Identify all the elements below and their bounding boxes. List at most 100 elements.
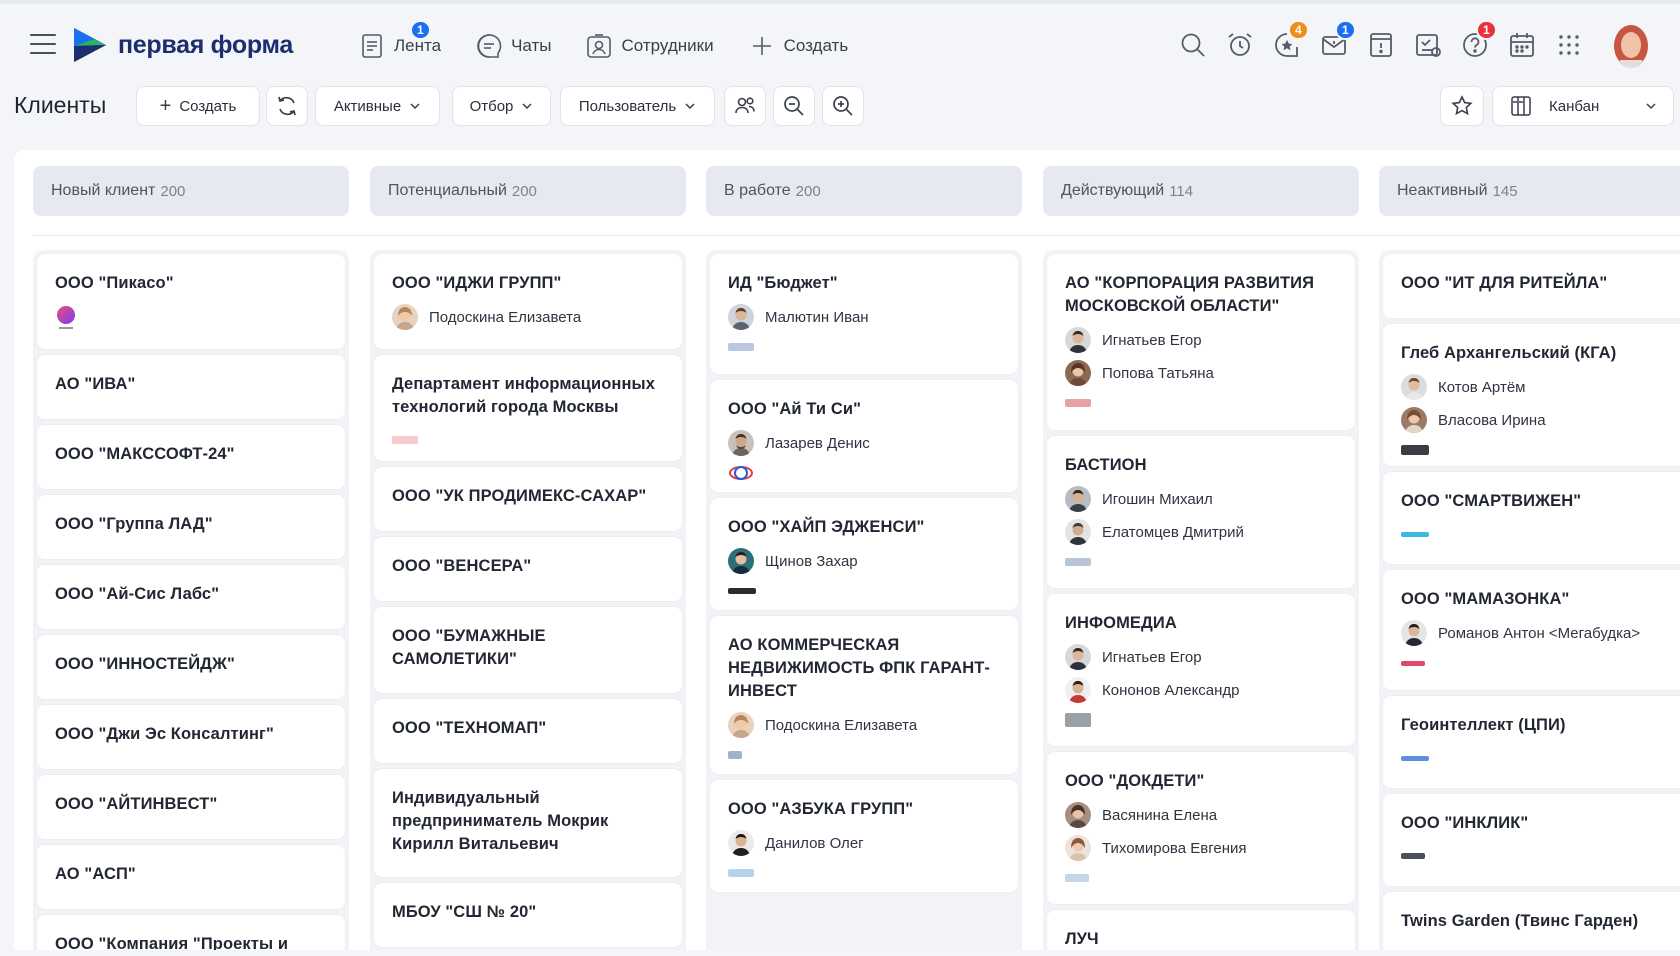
person-name: Васянина Елена	[1102, 806, 1218, 824]
client-card[interactable]: ЛУЧ	[1047, 910, 1355, 950]
client-card[interactable]: АО "ИВА"	[37, 355, 345, 419]
client-card[interactable]: ИНФОМЕДИА Игнатьев Егор Кононов Александ…	[1047, 594, 1355, 746]
nav-create[interactable]: Создать	[748, 28, 848, 64]
client-card[interactable]: ООО "СМАРТВИЖЕН"	[1383, 472, 1680, 564]
column-header-active[interactable]: Действующий 114	[1043, 166, 1359, 216]
person-name: Котов Артём	[1438, 378, 1526, 396]
user-filter-dropdown[interactable]: Пользователь	[560, 86, 715, 126]
person-name: Данилов Олег	[765, 834, 864, 852]
page-title: Клиенты	[14, 92, 107, 118]
client-card[interactable]: Геоинтеллект (ЦПИ)	[1383, 696, 1680, 788]
chevron-down-icon	[1646, 103, 1656, 110]
client-card[interactable]: АО "АСП"	[37, 845, 345, 909]
client-card[interactable]: ООО "МАМАЗОНКА" Романов Антон <Мегабудка…	[1383, 570, 1680, 690]
documents-button[interactable]	[1413, 30, 1443, 60]
selection-filter-label: Отбор	[469, 97, 514, 115]
client-card[interactable]: ИД "Бюджет" Малютин Иван	[710, 254, 1018, 374]
client-card[interactable]: Индивидуальный предприниматель Мокрик Ки…	[374, 769, 682, 877]
client-card[interactable]: ООО "УК ПРОДИМЕКС-САХАР"	[374, 467, 682, 531]
client-card[interactable]: ООО "Джи Эс Консалтинг"	[37, 705, 345, 769]
client-name: Департамент информационных технологий го…	[392, 375, 656, 416]
person-avatar	[1401, 620, 1427, 646]
search-button[interactable]	[1178, 30, 1208, 60]
client-card[interactable]: ООО "Пикасо"	[37, 254, 345, 349]
client-card[interactable]: ООО "ИННОСТЕЙДЖ"	[37, 635, 345, 699]
zoom-out-button[interactable]	[773, 86, 815, 126]
client-card[interactable]: БАСТИОН Игошин Михаил Елатомцев Дмитрий	[1047, 436, 1355, 588]
client-card[interactable]: ООО "ТЕХНОМАП"	[374, 699, 682, 763]
person-avatar	[728, 548, 754, 574]
client-card[interactable]: ООО "АЗБУКА ГРУПП" Данилов Олег	[710, 780, 1018, 892]
column-header-in-progress[interactable]: В работе 200	[706, 166, 1022, 216]
responsible-person: Малютин Иван	[728, 304, 1000, 330]
zoom-in-button[interactable]	[822, 86, 864, 126]
person-avatar	[1065, 802, 1091, 828]
client-card[interactable]: ООО "ИНКЛИК"	[1383, 794, 1680, 886]
client-card[interactable]: МБОУ "СШ № 20"	[374, 883, 682, 947]
tasks-button[interactable]	[1366, 30, 1396, 60]
client-card[interactable]: АО КОММЕРЧЕСКАЯ НЕДВИЖИМОСТЬ ФПК ГАРАНТ-…	[710, 616, 1018, 774]
client-card[interactable]: ООО "ДОКДЕТИ" Васянина Елена Тихомирова …	[1047, 752, 1355, 904]
main-nav: Лента 1 Чаты Сотрудники Создать	[358, 20, 882, 64]
column-header-potential[interactable]: Потенциальный 200	[370, 166, 686, 216]
active-filter-dropdown[interactable]: Активные	[315, 86, 440, 126]
participants-button[interactable]	[724, 86, 766, 126]
client-card[interactable]: ООО "ИДЖИ ГРУПП" Подоскина Елизавета	[374, 254, 682, 349]
client-name: АО "ИВА"	[55, 375, 136, 393]
person-name: Малютин Иван	[765, 308, 869, 326]
client-card[interactable]: Глеб Архангельский (КГА) Котов Артём Вла…	[1383, 324, 1680, 466]
menu-icon[interactable]	[30, 34, 56, 56]
client-card[interactable]: АО "КОРПОРАЦИЯ РАЗВИТИЯ МОСКОВСКОЙ ОБЛАС…	[1047, 254, 1355, 430]
client-name: ООО "СМАРТВИЖЕН"	[1401, 492, 1582, 510]
nav-chats[interactable]: Чаты	[475, 28, 551, 64]
logo-mark-icon	[74, 28, 106, 62]
nav-feed[interactable]: Лента 1	[358, 20, 441, 64]
client-name: ООО "ИНКЛИК"	[1401, 814, 1529, 832]
help-button[interactable]: 1	[1460, 20, 1497, 60]
client-card[interactable]: Департамент информационных технологий го…	[374, 355, 682, 461]
client-name: ООО "Компания "Проекты и	[55, 935, 289, 950]
column-new: ООО "Пикасо" АО "ИВА" ООО "МАКССОФТ-24" …	[33, 250, 349, 950]
user-avatar[interactable]	[1612, 24, 1650, 68]
responsible-person: Тихомирова Евгения	[1065, 835, 1337, 861]
client-card[interactable]: ООО "ВЕНСЕРА"	[374, 537, 682, 601]
calendar-button[interactable]	[1507, 30, 1537, 60]
zoom-in-icon	[833, 96, 853, 116]
person-name: Игнатьев Егор	[1102, 648, 1202, 666]
logo[interactable]: первая форма	[72, 26, 293, 64]
client-card[interactable]: ООО "ХАЙП ЭДЖЕНСИ" Щинов Захар	[710, 498, 1018, 610]
person-avatar	[1065, 486, 1091, 512]
client-card[interactable]: ООО "Компания "Проекты и	[37, 915, 345, 950]
client-card[interactable]: ООО "МАКССОФТ-24"	[37, 425, 345, 489]
mail-badge: 1	[1335, 20, 1356, 40]
mail-button[interactable]: 1	[1319, 20, 1356, 60]
refresh-button[interactable]	[266, 86, 308, 126]
client-card[interactable]: ООО "Ай-Сис Лабс"	[37, 565, 345, 629]
column-header-inactive[interactable]: Неактивный 145	[1379, 166, 1680, 216]
client-name: ООО "Джи Эс Консалтинг"	[55, 725, 274, 743]
apps-button[interactable]	[1554, 30, 1584, 60]
nav-employees[interactable]: Сотрудники	[585, 28, 714, 64]
client-card[interactable]: ООО "Ай Ти Си" Лазарев Денис	[710, 380, 1018, 492]
favorites-button[interactable]: 4	[1272, 20, 1309, 60]
view-mode-dropdown[interactable]: Канбан	[1492, 86, 1674, 126]
favorite-star-button[interactable]	[1440, 86, 1484, 126]
logo-text: первая форма	[118, 30, 293, 59]
client-name: ООО "ИТ ДЛЯ РИТЕЙЛА"	[1401, 274, 1608, 292]
client-card[interactable]: ООО "АЙТИНВЕСТ"	[37, 775, 345, 839]
board-divider	[32, 235, 1680, 236]
client-name: ООО "АЗБУКА ГРУПП"	[728, 800, 914, 818]
selection-filter-dropdown[interactable]: Отбор	[452, 86, 551, 126]
client-card[interactable]: ООО "Группа ЛАД"	[37, 495, 345, 559]
alarm-button[interactable]	[1225, 30, 1255, 60]
company-logo	[1065, 555, 1337, 569]
person-avatar	[728, 712, 754, 738]
column-header-new[interactable]: Новый клиент 200	[33, 166, 349, 216]
client-name: ООО "УК ПРОДИМЕКС-САХАР"	[392, 487, 647, 505]
create-button[interactable]: + Создать	[136, 86, 260, 126]
client-card[interactable]: ООО "ИТ ДЛЯ РИТЕЙЛА"	[1383, 254, 1680, 318]
client-card[interactable]: Twins Garden (Твинс Гарден)	[1383, 892, 1680, 950]
client-name: ООО "МАМАЗОНКА"	[1401, 590, 1570, 608]
client-card[interactable]: ООО "БУМАЖНЫЕ САМОЛЕТИКИ"	[374, 607, 682, 693]
client-name: ООО "МАКССОФТ-24"	[55, 445, 235, 463]
